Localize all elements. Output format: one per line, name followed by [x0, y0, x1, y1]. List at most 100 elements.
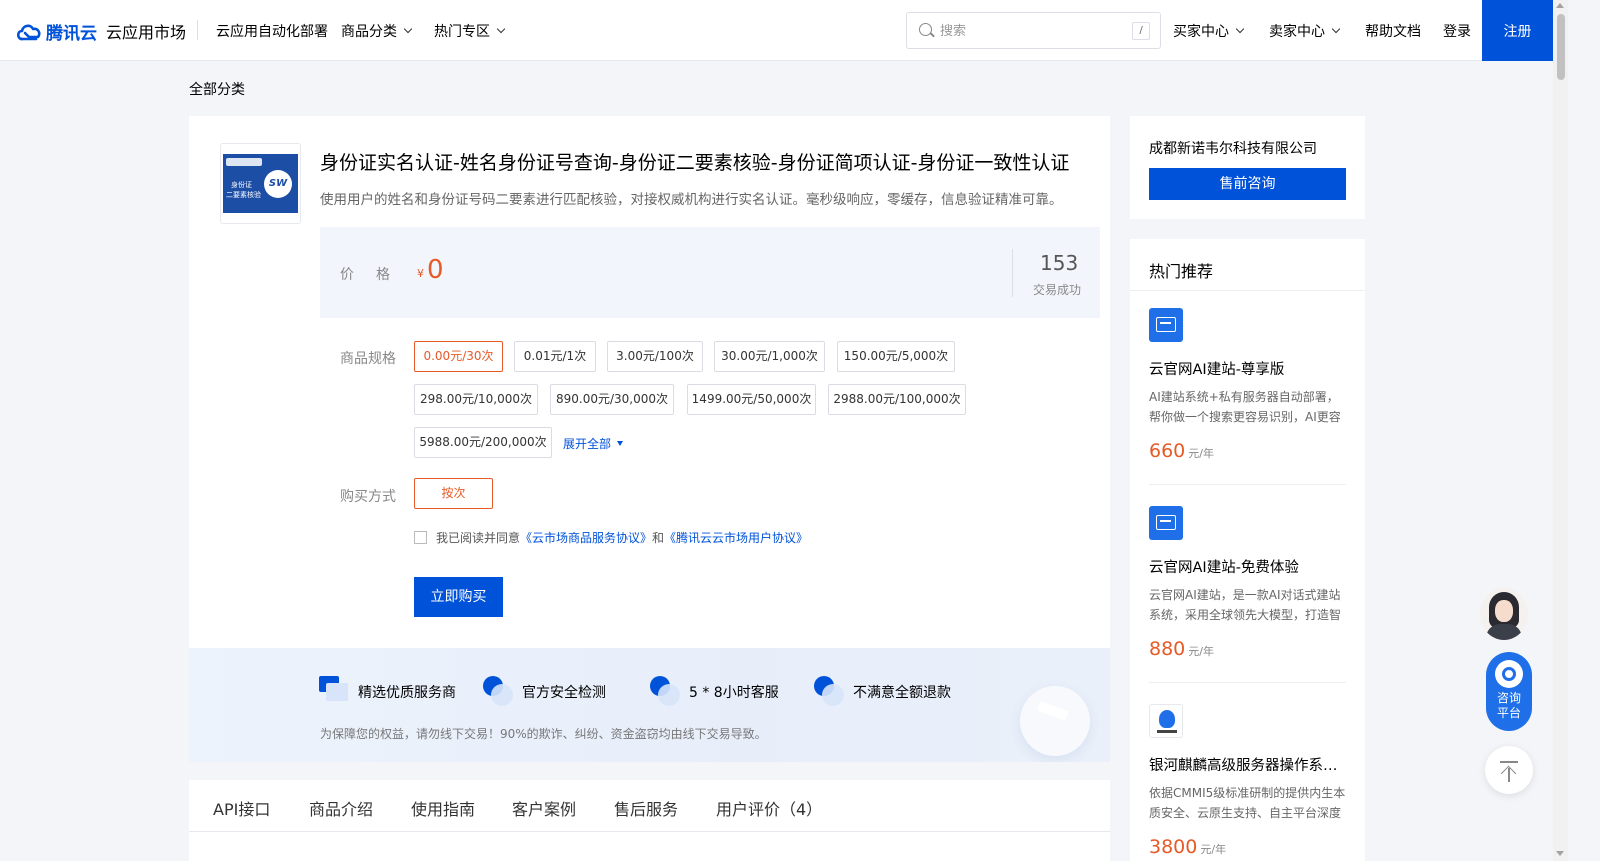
nav-label: 帮助文档: [1365, 24, 1421, 40]
header-divider: [197, 20, 198, 40]
tab-after-sales[interactable]: 售后服务: [614, 796, 678, 820]
purchase-method-label: 购买方式: [340, 489, 396, 505]
decorative-shape: [1020, 686, 1090, 756]
avatar-face: [1495, 600, 1513, 622]
caret-down-icon: [617, 441, 624, 446]
expand-all-link[interactable]: 展开全部: [563, 435, 624, 452]
scroll-thumb[interactable]: [1557, 14, 1565, 80]
price-panel: 价格 ¥ 0 153 交易成功: [320, 227, 1100, 318]
page-scrollbar[interactable]: [1553, 0, 1568, 861]
spec-option[interactable]: 5988.00元/200,000次: [414, 427, 552, 458]
price-value: 3800: [1149, 836, 1198, 858]
chevron-down-icon: [403, 24, 413, 34]
chevron-down-icon: [496, 24, 506, 34]
guarantee-item: 5 * 8小时客服: [650, 676, 779, 707]
register-button[interactable]: 注册: [1482, 0, 1553, 61]
user-agreement-link[interactable]: 《腾讯云云市场用户协议》: [664, 529, 808, 546]
spec-option[interactable]: 0.01元/1次: [514, 341, 596, 372]
spec-option[interactable]: 0.00元/30次: [414, 341, 503, 372]
spec-option[interactable]: 890.00元/30,000次: [550, 384, 674, 415]
spec-option[interactable]: 2988.00元/100,000次: [828, 384, 966, 415]
hot-item[interactable]: 云官网AI建站-尊享版 AI建站系统+私有服务器自动部署，帮你做一个搜索更容易识…: [1149, 308, 1346, 468]
kylin-logo-icon: [1149, 704, 1183, 738]
tab-guide[interactable]: 使用指南: [411, 796, 475, 820]
price-unit: 元/年: [1188, 645, 1214, 658]
agreement-checkbox[interactable]: [414, 531, 427, 544]
refund-icon: [814, 676, 845, 707]
guarantee-item: 不满意全额退款: [814, 676, 951, 707]
purchase-option[interactable]: 按次: [414, 478, 493, 509]
vendor-name[interactable]: 成都新诺韦尔科技有限公司: [1149, 138, 1317, 158]
cloud-logo-icon: [16, 24, 41, 40]
search-input[interactable]: [940, 21, 1120, 41]
back-to-top-button[interactable]: [1485, 746, 1533, 794]
nav-buyer-center[interactable]: 买家中心: [1173, 21, 1245, 41]
tab-cases[interactable]: 客户案例: [512, 796, 576, 820]
nav-help-docs[interactable]: 帮助文档: [1365, 21, 1421, 41]
breadcrumb[interactable]: 全部分类: [189, 79, 245, 99]
search-shortcut-key: /: [1132, 22, 1150, 40]
hot-recommendations: 热门推荐 云官网AI建站-尊享版 AI建站系统+私有服务器自动部署，帮你做一个搜…: [1130, 239, 1365, 861]
expand-label: 展开全部: [563, 437, 612, 451]
search-box[interactable]: /: [906, 12, 1161, 49]
product-card: 身份证 二要素核验 SW 身份证实名认证-姓名身份证号查询-身份证二要素核验-身…: [189, 116, 1110, 648]
guarantee-text: 5 * 8小时客服: [689, 684, 779, 701]
pre-sales-consult-button[interactable]: 售前咨询: [1149, 168, 1346, 200]
thumbnail-image: 身份证 二要素核验 SW: [223, 154, 298, 213]
hot-item-name[interactable]: 云官网AI建站-尊享版: [1149, 358, 1346, 379]
nav-label: 登录: [1443, 24, 1471, 40]
nav-hot-zone[interactable]: 热门专区: [434, 21, 506, 41]
guarantee-text: 官方安全检测: [522, 684, 606, 701]
hot-title: 热门推荐: [1149, 262, 1214, 281]
nav-categories[interactable]: 商品分类: [341, 21, 413, 41]
hot-item-name[interactable]: 银河麒麟高级服务器操作系统V10: [1149, 754, 1346, 775]
agreement-prefix: 我已阅读并同意: [436, 531, 521, 545]
guarantee-text: 不满意全额退款: [853, 684, 951, 701]
product-thumbnail: 身份证 二要素核验 SW: [220, 143, 301, 224]
thumbnail-mark: SW: [264, 170, 292, 198]
website-builder-icon: [1149, 506, 1183, 540]
hot-item[interactable]: 云官网AI建站-免费体验 云官网AI建站，是一款AI对话式建站系统，采用全球领先…: [1149, 506, 1346, 666]
product-title: 身份证实名认证-姓名身份证号查询-身份证二要素核验-身份证简项认证-身份证一致性…: [320, 152, 1070, 174]
spec-option[interactable]: 30.00元/1,000次: [714, 341, 825, 372]
buy-now-button[interactable]: 立即购买: [414, 577, 503, 617]
spec-option[interactable]: 1499.00元/50,000次: [687, 384, 816, 415]
hot-item-price: 880 元/年: [1149, 638, 1214, 660]
website-builder-icon: [1149, 308, 1183, 342]
market-title[interactable]: 云应用市场: [106, 19, 186, 43]
spec-option[interactable]: 298.00元/10,000次: [414, 384, 538, 415]
search-icon: [919, 23, 932, 36]
nav-seller-center[interactable]: 卖家中心: [1269, 21, 1341, 41]
assistant-avatar[interactable]: [1480, 588, 1528, 640]
divider: [1149, 682, 1346, 683]
chevron-down-icon: [1235, 24, 1245, 34]
agreement-row: 我已阅读并同意 《云市场商品服务协议》 和 《腾讯云云市场用户协议》: [414, 529, 808, 546]
consult-platform-button[interactable]: 咨询 平台: [1486, 652, 1532, 731]
nav-label: 云应用自动化部署: [216, 24, 328, 40]
spec-option[interactable]: 150.00元/5,000次: [837, 341, 955, 372]
currency-symbol: ¥: [417, 267, 424, 280]
tencent-cloud-logo[interactable]: 腾讯云: [16, 19, 97, 44]
hot-item[interactable]: 银河麒麟高级服务器操作系统V10 依据CMMI5级标准研制的提供内生本质安全、云…: [1149, 704, 1346, 861]
nav-label: 买家中心: [1173, 24, 1229, 40]
price-value: 880: [1149, 638, 1186, 660]
scroll-down-arrow-icon[interactable]: [1556, 851, 1564, 856]
hot-item-name[interactable]: 云官网AI建站-免费体验: [1149, 556, 1346, 577]
clock-icon: [650, 676, 681, 707]
tab-intro[interactable]: 商品介绍: [309, 796, 373, 820]
tab-api[interactable]: API接口: [213, 796, 270, 820]
tab-reviews[interactable]: 用户评价（4）: [716, 796, 822, 820]
thumbnail-text: 二要素核验: [226, 191, 261, 199]
price-unit: 元/年: [1188, 447, 1214, 460]
nav-auto-deploy[interactable]: 云应用自动化部署: [216, 21, 328, 41]
hot-item-desc: 云官网AI建站，是一款AI对话式建站系统，采用全球领先大模型，打造智能官网: [1149, 588, 1342, 622]
hot-item-price: 3800 元/年: [1149, 836, 1226, 858]
spec-option[interactable]: 3.00元/100次: [607, 341, 703, 372]
nav-login[interactable]: 登录: [1443, 21, 1471, 41]
scroll-up-arrow-icon[interactable]: [1556, 3, 1564, 8]
product-description: 使用用户的姓名和身份证号码二要素进行匹配核验，对接权威机构进行实名认证。毫秒级响…: [320, 192, 1063, 208]
nav-label: 热门专区: [434, 24, 490, 40]
guarantee-item: 官方安全检测: [483, 676, 606, 707]
service-agreement-link[interactable]: 《云市场商品服务协议》: [520, 529, 652, 546]
consult-label: 平台: [1496, 706, 1521, 720]
